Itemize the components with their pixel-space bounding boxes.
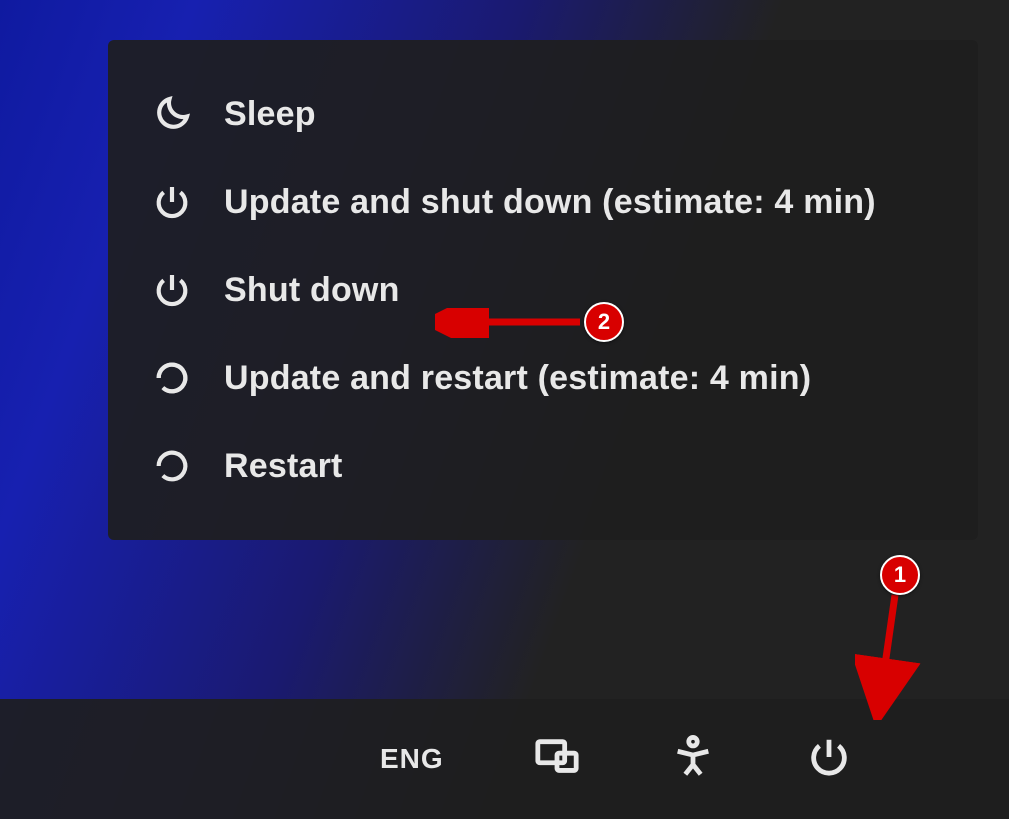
accessibility-icon [670, 734, 716, 785]
lock-screen: Sleep Update and shut down (estimate: 4 … [0, 0, 1009, 819]
menu-label: Update and shut down (estimate: 4 min) [224, 183, 876, 222]
menu-item-update-restart[interactable]: Update and restart (estimate: 4 min) [108, 334, 978, 422]
power-icon [148, 178, 196, 226]
language-button[interactable]: ENG [380, 729, 444, 789]
menu-item-update-shutdown[interactable]: Update and shut down (estimate: 4 min) [108, 158, 978, 246]
lock-screen-taskbar: ENG [0, 699, 1009, 819]
accessibility-button[interactable] [670, 729, 716, 789]
power-menu: Sleep Update and shut down (estimate: 4 … [108, 40, 978, 540]
restart-icon [148, 354, 196, 402]
menu-label: Update and restart (estimate: 4 min) [224, 359, 811, 398]
power-icon [806, 734, 852, 785]
menu-label: Sleep [224, 95, 316, 134]
menu-label: Shut down [224, 271, 400, 310]
network-icon [534, 734, 580, 785]
moon-icon [148, 90, 196, 138]
menu-item-shutdown[interactable]: Shut down [108, 246, 978, 334]
power-icon [148, 266, 196, 314]
power-button[interactable] [806, 729, 852, 789]
menu-item-sleep[interactable]: Sleep [108, 70, 978, 158]
menu-item-restart[interactable]: Restart [108, 422, 978, 510]
menu-label: Restart [224, 447, 343, 486]
network-button[interactable] [534, 729, 580, 789]
annotation-badge-2: 2 [584, 302, 624, 342]
language-label: ENG [380, 743, 444, 775]
annotation-badge-1: 1 [880, 555, 920, 595]
restart-icon [148, 442, 196, 490]
